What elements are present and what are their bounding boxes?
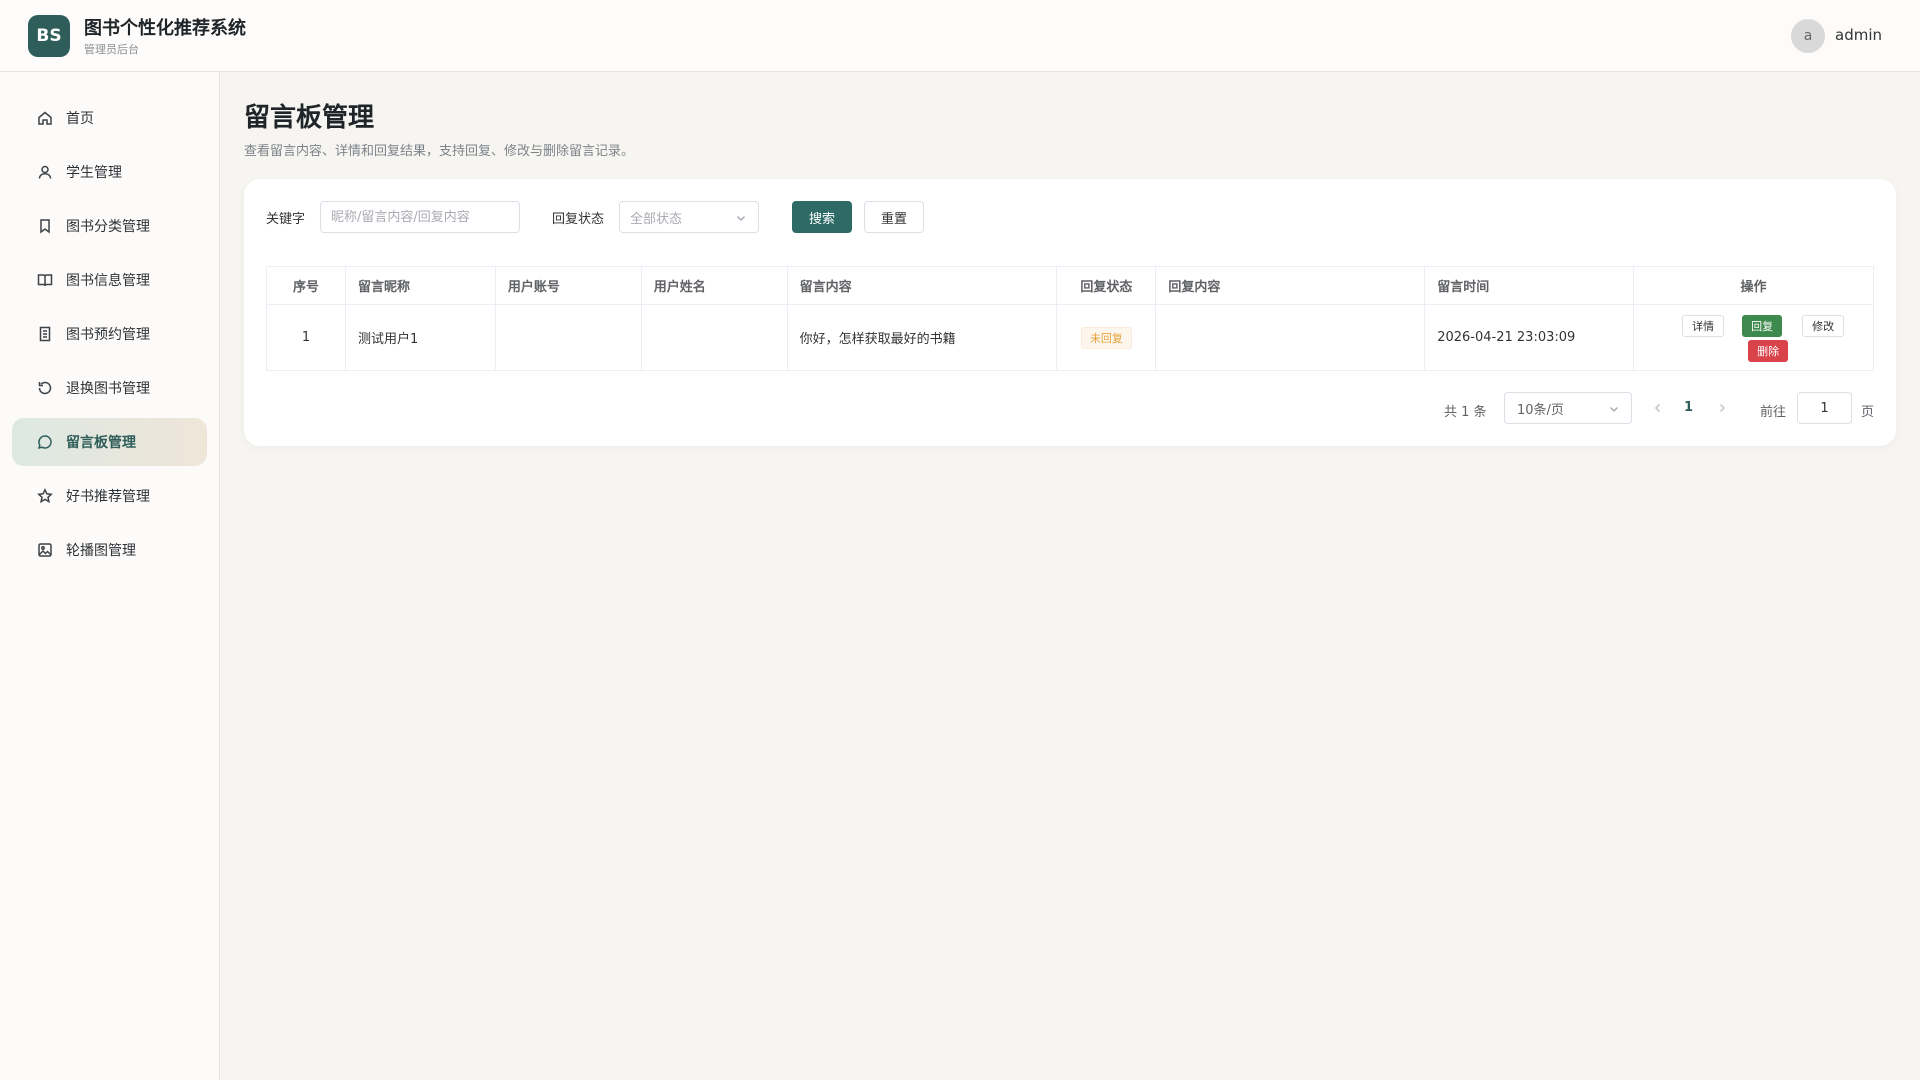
cell-content: 你好，怎样获取最好的书籍 — [787, 304, 1058, 371]
page-suffix: 页 — [1861, 405, 1875, 420]
cell-index: 1 — [266, 304, 346, 371]
sidebar-item-carousel[interactable]: 轮播图管理 — [12, 526, 207, 574]
column-header: 用户账号 — [495, 266, 642, 305]
sidebar-item-label: 图书预约管理 — [66, 327, 150, 343]
status-select-value: 全部状态 — [630, 211, 683, 227]
chevron-down-icon — [1609, 403, 1619, 413]
table-header-row: 序号 留言昵称 用户账号 用户姓名 留言内容 回复状态 回复内容 留言时间 操作 — [266, 266, 1874, 305]
keyword-input[interactable] — [320, 201, 520, 233]
column-header: 留言昵称 — [345, 266, 496, 305]
sidebar-item-label: 留言板管理 — [66, 435, 136, 451]
column-header: 序号 — [266, 266, 346, 305]
sidebar-item-book-categories[interactable]: 图书分类管理 — [12, 202, 207, 250]
sidebar-item-book-reservations[interactable]: 图书预约管理 — [12, 310, 207, 358]
avatar[interactable]: a — [1791, 19, 1825, 53]
cell-name — [641, 304, 788, 371]
home-icon — [36, 109, 54, 127]
chevron-right-icon — [1719, 403, 1726, 413]
chat-icon — [36, 433, 54, 451]
image-icon — [36, 541, 54, 559]
cell-status: 未回复 — [1056, 304, 1157, 371]
status-badge: 未回复 — [1080, 326, 1132, 349]
sidebar-item-label: 图书信息管理 — [66, 273, 150, 289]
cell-time: 2026-04-21 23:03:09 — [1424, 304, 1635, 371]
top-header: BS 图书个性化推荐系统 管理员后台 a admin — [0, 0, 1920, 72]
table-row: 1 测试用户1 你好，怎样获取最好的书籍 未回复 2026-04-21 23:0… — [266, 304, 1874, 371]
column-header: 回复状态 — [1056, 266, 1157, 305]
status-label: 回复状态 — [552, 212, 605, 227]
sidebar-item-book-info[interactable]: 图书信息管理 — [12, 256, 207, 304]
chevron-down-icon — [736, 212, 746, 222]
sidebar-item-label: 图书分类管理 — [66, 219, 150, 235]
sidebar-item-home[interactable]: 首页 — [12, 94, 207, 142]
column-header: 留言内容 — [787, 266, 1058, 305]
detail-button[interactable]: 详情 — [1682, 314, 1725, 337]
edit-button[interactable]: 修改 — [1802, 314, 1845, 337]
pagination-total: 共 1 条 — [1444, 405, 1487, 420]
refresh-icon — [36, 379, 54, 397]
sidebar-item-message-board[interactable]: 留言板管理 — [12, 418, 207, 466]
username[interactable]: admin — [1835, 26, 1882, 44]
prev-page-button[interactable] — [1650, 400, 1666, 416]
reply-button[interactable]: 回复 — [1742, 314, 1783, 337]
sidebar-item-label: 好书推荐管理 — [66, 489, 150, 505]
cell-account — [495, 304, 642, 371]
page-number-current[interactable]: 1 — [1684, 400, 1693, 415]
document-icon — [36, 325, 54, 343]
search-button[interactable]: 搜索 — [792, 201, 852, 233]
reset-button[interactable]: 重置 — [864, 201, 924, 233]
sidebar-item-students[interactable]: 学生管理 — [12, 148, 207, 196]
content-card: 关键字 回复状态 全部状态 搜索 重置 序号 留言昵称 用户账号 用户姓名 留言… — [244, 179, 1896, 446]
star-icon — [36, 487, 54, 505]
chevron-left-icon — [1654, 403, 1661, 413]
sidebar: 首页 学生管理 图书分类管理 图书信息管理 图书预约管理 退换图书管理 留言板管… — [0, 72, 220, 1080]
goto-page-input[interactable] — [1797, 392, 1852, 424]
page-size-value: 10条/页 — [1517, 402, 1564, 418]
message-table: 序号 留言昵称 用户账号 用户姓名 留言内容 回复状态 回复内容 留言时间 操作… — [266, 266, 1874, 371]
sidebar-item-label: 轮播图管理 — [66, 543, 136, 559]
user-icon — [36, 163, 54, 181]
status-select[interactable]: 全部状态 — [619, 201, 759, 233]
page-description: 查看留言内容、详情和回复结果，支持回复、修改与删除留言记录。 — [244, 144, 635, 159]
app-logo: BS — [28, 15, 70, 57]
sidebar-item-recommendations[interactable]: 好书推荐管理 — [12, 472, 207, 520]
app-subtitle: 管理员后台 — [84, 43, 139, 56]
cell-actions: 详情 回复 修改 删除 — [1633, 304, 1874, 371]
sidebar-item-label: 学生管理 — [66, 165, 122, 181]
cell-nickname: 测试用户1 — [345, 304, 496, 371]
sidebar-item-label: 退换图书管理 — [66, 381, 150, 397]
page-title: 留言板管理 — [244, 103, 375, 133]
column-header: 用户姓名 — [641, 266, 788, 305]
book-open-icon — [36, 271, 54, 289]
bookmark-icon — [36, 217, 54, 235]
column-header: 操作 — [1633, 266, 1874, 305]
goto-label: 前往 — [1760, 405, 1787, 420]
app-title: 图书个性化推荐系统 — [84, 18, 246, 39]
sidebar-item-book-returns[interactable]: 退换图书管理 — [12, 364, 207, 412]
row-actions: 详情 回复 修改 删除 — [1646, 311, 1873, 365]
next-page-button[interactable] — [1714, 400, 1730, 416]
delete-button[interactable]: 删除 — [1748, 339, 1789, 362]
column-header: 回复内容 — [1155, 266, 1426, 305]
cell-reply — [1155, 304, 1426, 371]
page-size-select[interactable]: 10条/页 — [1504, 392, 1632, 424]
sidebar-item-label: 首页 — [66, 111, 94, 127]
keyword-label: 关键字 — [266, 212, 306, 227]
column-header: 留言时间 — [1424, 266, 1635, 305]
